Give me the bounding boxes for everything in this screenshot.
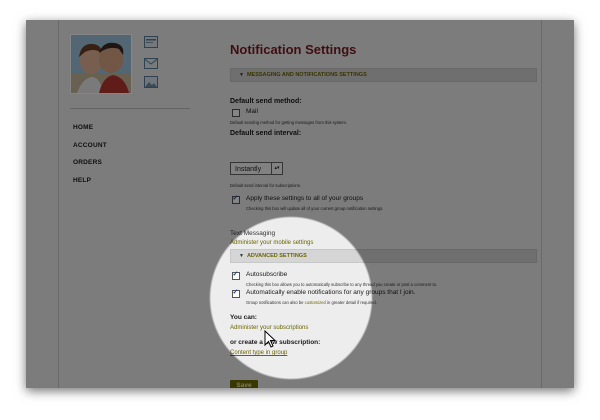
section-header-messaging[interactable]: ▼ MESSAGING AND NOTIFICATIONS SETTINGS xyxy=(230,68,537,82)
content-type-in-group-link[interactable]: Content type in group xyxy=(230,350,287,356)
right-rail xyxy=(541,20,542,388)
nav-orders[interactable]: ORDERS xyxy=(73,159,107,177)
send-method-help: Default sending method for getting messa… xyxy=(230,120,348,125)
image-icon[interactable] xyxy=(144,76,158,88)
section-messaging-label: MESSAGING AND NOTIFICATIONS SETTINGS xyxy=(246,72,367,78)
section-header-advanced[interactable]: ▼ ADVANCED SETTINGS xyxy=(230,249,537,263)
left-rail xyxy=(58,20,59,388)
mouse-pointer-icon xyxy=(264,329,277,348)
caret-down-icon: ▼ xyxy=(239,253,244,259)
app-window: HOME ACCOUNT ORDERS HELP Notification Se… xyxy=(26,20,574,388)
auto-enable-help-pre: Group notifications can also be xyxy=(246,300,304,305)
save-button[interactable]: Save xyxy=(230,380,258,388)
send-interval-value: Instantly xyxy=(235,166,262,173)
autosubscribe-help: Checking this box allows you to automati… xyxy=(246,282,438,287)
send-interval-help: Default send interval for subscriptions. xyxy=(230,183,301,188)
customized-link[interactable]: customized xyxy=(305,300,326,305)
sidebar-nav: HOME ACCOUNT ORDERS HELP xyxy=(73,124,107,194)
nav-home[interactable]: HOME xyxy=(73,124,107,142)
auto-enable-help-post: in greater detail if required. xyxy=(327,300,377,305)
id-card-icon[interactable] xyxy=(144,36,158,48)
mail-option-label: Mail xyxy=(246,108,258,115)
page-title: Notification Settings xyxy=(230,42,357,57)
profile-photo xyxy=(70,34,132,94)
autosubscribe-label: Autosubscribe xyxy=(246,271,288,278)
sidebar-divider xyxy=(70,108,190,109)
you-can-label: You can: xyxy=(230,314,257,321)
section-advanced-label: ADVANCED SETTINGS xyxy=(246,253,307,259)
autosubscribe-checkbox[interactable] xyxy=(232,270,240,280)
nav-help[interactable]: HELP xyxy=(73,177,107,195)
send-method-label: Default send method: xyxy=(230,98,302,105)
apply-all-help: Checking this box will update all of you… xyxy=(246,206,384,211)
apply-all-checkbox[interactable] xyxy=(232,194,240,204)
text-messaging-label: Text Messaging xyxy=(230,230,276,237)
mobile-settings-link[interactable]: Administer your mobile settings xyxy=(230,240,313,246)
caret-down-icon: ▼ xyxy=(239,72,244,78)
mail-icon[interactable] xyxy=(144,57,158,69)
nav-account[interactable]: ACCOUNT xyxy=(73,142,107,160)
apply-all-label: Apply these settings to all of your grou… xyxy=(246,195,364,202)
auto-enable-help: Group notifications can also be customiz… xyxy=(246,300,377,305)
auto-enable-checkbox[interactable] xyxy=(232,288,240,298)
mail-checkbox[interactable] xyxy=(232,109,240,117)
send-interval-label: Default send interval: xyxy=(230,130,302,137)
auto-enable-label: Automatically enable notifications for a… xyxy=(246,289,416,296)
select-arrow-icon: ▴▾ xyxy=(271,163,282,174)
send-interval-select[interactable]: Instantly ▴▾ xyxy=(230,162,283,175)
